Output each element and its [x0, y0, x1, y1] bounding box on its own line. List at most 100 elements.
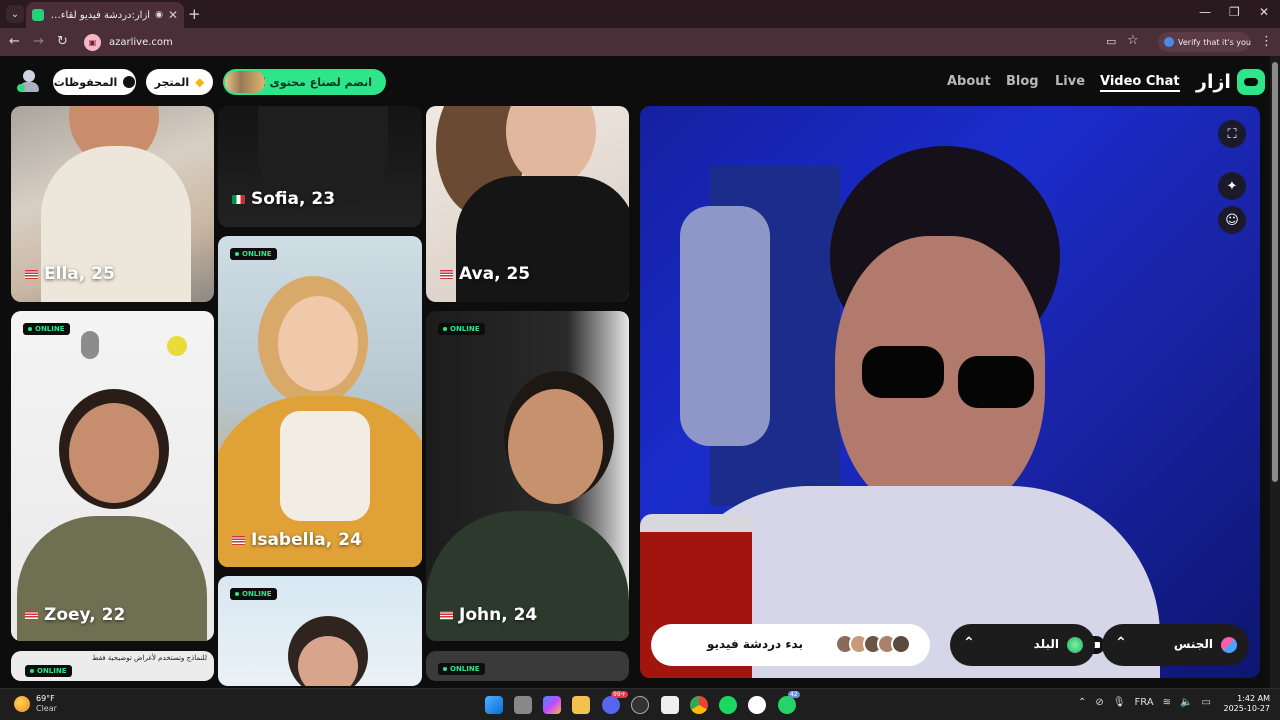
- profile-name-text: Zoey, 22: [44, 605, 126, 625]
- system-tray: ⌃ ⊘ 🎙 FRA ≋ 🔈 ▭: [1078, 697, 1211, 708]
- install-app-icon[interactable]: ▭: [1106, 35, 1116, 48]
- page-scrollbar[interactable]: [1270, 56, 1280, 688]
- country-filter[interactable]: ⌃ البلد: [950, 624, 1095, 666]
- tab-close-icon[interactable]: ✕: [168, 8, 178, 22]
- profile-photo-face: [508, 389, 603, 504]
- country-label: البلد: [1033, 637, 1059, 651]
- address-bar[interactable]: ▣ azarlive.com: [80, 31, 1150, 53]
- tab-title: أزار:دردشة فيديو لقاء الأصدقاء: [49, 9, 151, 21]
- whatsapp-badge: 42: [788, 691, 800, 698]
- chatgpt-icon[interactable]: [631, 696, 649, 714]
- discord-icon[interactable]: [602, 696, 620, 714]
- sunglasses-right: [958, 356, 1034, 408]
- profile-card-partial[interactable]: ONLINE: [218, 576, 422, 686]
- store-app-icon[interactable]: [661, 696, 679, 714]
- reload-icon[interactable]: ↻: [57, 34, 68, 49]
- join-creators-button[interactable]: انضم لصناع محتوى ازار: [223, 69, 386, 95]
- chrome-icon[interactable]: [690, 696, 708, 714]
- profile-name-ella: Ella, 25: [25, 264, 115, 284]
- task-view-icon[interactable]: [514, 696, 532, 714]
- weather-text: 69°F Clear: [36, 694, 57, 714]
- nav-video-chat[interactable]: Video Chat: [1100, 74, 1180, 92]
- profile-name-isabella: Isabella, 24: [232, 530, 362, 550]
- clock-date: 2025-10-27: [1223, 704, 1271, 713]
- tray-chevron-icon[interactable]: ⌃: [1078, 697, 1086, 708]
- active-tab[interactable]: أزار:دردشة فيديو لقاء الأصدقاء ◉ ✕: [26, 2, 184, 28]
- saved-button[interactable]: المحفوظات: [53, 69, 136, 95]
- browser-toolbar: ← → ↻ ▣ azarlive.com ▭ ☆ Verify that it'…: [0, 28, 1280, 56]
- azar-page: المحفوظات المتجر ◆ انضم لصناع محتوى ازار…: [0, 56, 1270, 688]
- verify-label: Verify that it's you: [1178, 37, 1251, 47]
- close-window-button[interactable]: ✕: [1259, 5, 1269, 19]
- tab-search-button[interactable]: ⌄: [6, 5, 24, 23]
- new-tab-button[interactable]: +: [188, 5, 201, 23]
- effects-sparkle-icon[interactable]: ✦: [1218, 172, 1246, 200]
- gender-filter[interactable]: ⌃ الجنس: [1102, 624, 1249, 666]
- face-filter-icon[interactable]: ☺: [1218, 206, 1246, 234]
- spotify-icon[interactable]: [719, 696, 737, 714]
- profile-name-text: John, 24: [459, 605, 538, 625]
- profile-card-isabella[interactable]: ONLINE Isabella, 24: [218, 236, 422, 567]
- start-icon[interactable]: [485, 696, 503, 714]
- app-icon[interactable]: [748, 696, 766, 714]
- profile-name-text: Isabella, 24: [251, 530, 362, 550]
- start-chat-label: بدء دردشة فيديو: [707, 637, 803, 651]
- us-flag-icon: [440, 610, 453, 620]
- gender-label: الجنس: [1173, 637, 1213, 651]
- us-flag-icon: [440, 269, 453, 279]
- us-flag-icon: [232, 535, 245, 545]
- expand-icon[interactable]: ⛶: [1218, 120, 1246, 148]
- profile-name-john: John, 24: [440, 605, 537, 625]
- disclaimer-text: للنماذج وتستخدم لأغراض توضيحية فقط: [92, 654, 207, 662]
- microphone-icon[interactable]: 🎙: [1113, 697, 1126, 708]
- online-badge: ONLINE: [25, 665, 72, 677]
- language-indicator[interactable]: FRA: [1134, 697, 1153, 708]
- maximize-button[interactable]: ❐: [1229, 5, 1240, 19]
- minimize-button[interactable]: —: [1199, 5, 1211, 19]
- profile-card-partial[interactable]: ONLINE: [426, 651, 629, 681]
- nav-about[interactable]: About: [947, 74, 991, 89]
- us-flag-icon: [25, 269, 38, 279]
- profile-card-zoey[interactable]: ONLINE Zoey, 22: [11, 311, 214, 641]
- azar-favicon-icon: [32, 9, 44, 21]
- store-label: المتجر: [154, 75, 190, 89]
- nav-blog[interactable]: Blog: [1006, 74, 1039, 89]
- bookmark-star-icon[interactable]: ☆: [1127, 33, 1139, 48]
- profile-card-sofia[interactable]: Sofia, 23: [218, 106, 422, 227]
- windows-taskbar: 69°F Clear 99+ 42 ⌃ ⊘ 🎙 FRA ≋ 🔈 ▭ 1:42 A…: [0, 688, 1280, 720]
- us-flag-icon: [25, 610, 38, 620]
- profile-card-ella[interactable]: Ella, 25: [11, 106, 214, 302]
- audio-indicator-icon[interactable]: ◉: [155, 10, 163, 20]
- clock-time: 1:42 AM: [1237, 694, 1270, 703]
- whatsapp-icon[interactable]: [778, 696, 796, 714]
- volume-icon[interactable]: 🔈: [1180, 697, 1192, 708]
- nav-live[interactable]: Live: [1055, 74, 1085, 89]
- scroll-thumb[interactable]: [1272, 62, 1278, 482]
- profile-photo-face: [278, 296, 358, 391]
- system-clock[interactable]: 1:42 AM 2025-10-27: [1222, 694, 1271, 714]
- chevron-up-icon: ⌃: [1115, 635, 1127, 651]
- file-explorer-icon[interactable]: [572, 696, 590, 714]
- back-arrow-icon[interactable]: ←: [9, 34, 20, 49]
- battery-icon[interactable]: ▭: [1201, 697, 1210, 708]
- weather-icon: [14, 696, 30, 712]
- site-info-icon[interactable]: ▣: [84, 33, 101, 51]
- profile-name-sofia: Sofia, 23: [232, 189, 335, 209]
- store-button[interactable]: المتجر ◆: [146, 69, 213, 95]
- profile-verify-chip[interactable]: Verify that it's you: [1158, 32, 1251, 52]
- profile-card-john[interactable]: ONLINE John, 24: [426, 311, 629, 641]
- network-off-icon[interactable]: ⊘: [1095, 697, 1103, 708]
- wifi-icon[interactable]: ≋: [1163, 697, 1171, 708]
- online-badge: ONLINE: [23, 323, 70, 335]
- forward-arrow-icon[interactable]: →: [33, 34, 44, 49]
- weather-widget[interactable]: 69°F Clear: [14, 694, 57, 714]
- user-avatar-icon[interactable]: [17, 68, 41, 94]
- user-avatars-stack: [835, 634, 1105, 656]
- start-video-chat-button[interactable]: بدء دردشة فيديو: [651, 624, 1105, 666]
- url-text[interactable]: azarlive.com: [109, 37, 173, 48]
- azar-logo[interactable]: ازار: [1196, 69, 1265, 95]
- profile-card-partial[interactable]: للنماذج وتستخدم لأغراض توضيحية فقط ONLIN…: [11, 651, 214, 681]
- browser-menu-icon[interactable]: ⋮: [1260, 34, 1273, 49]
- copilot-icon[interactable]: [543, 696, 561, 714]
- profile-card-ava[interactable]: Ava, 25: [426, 106, 629, 302]
